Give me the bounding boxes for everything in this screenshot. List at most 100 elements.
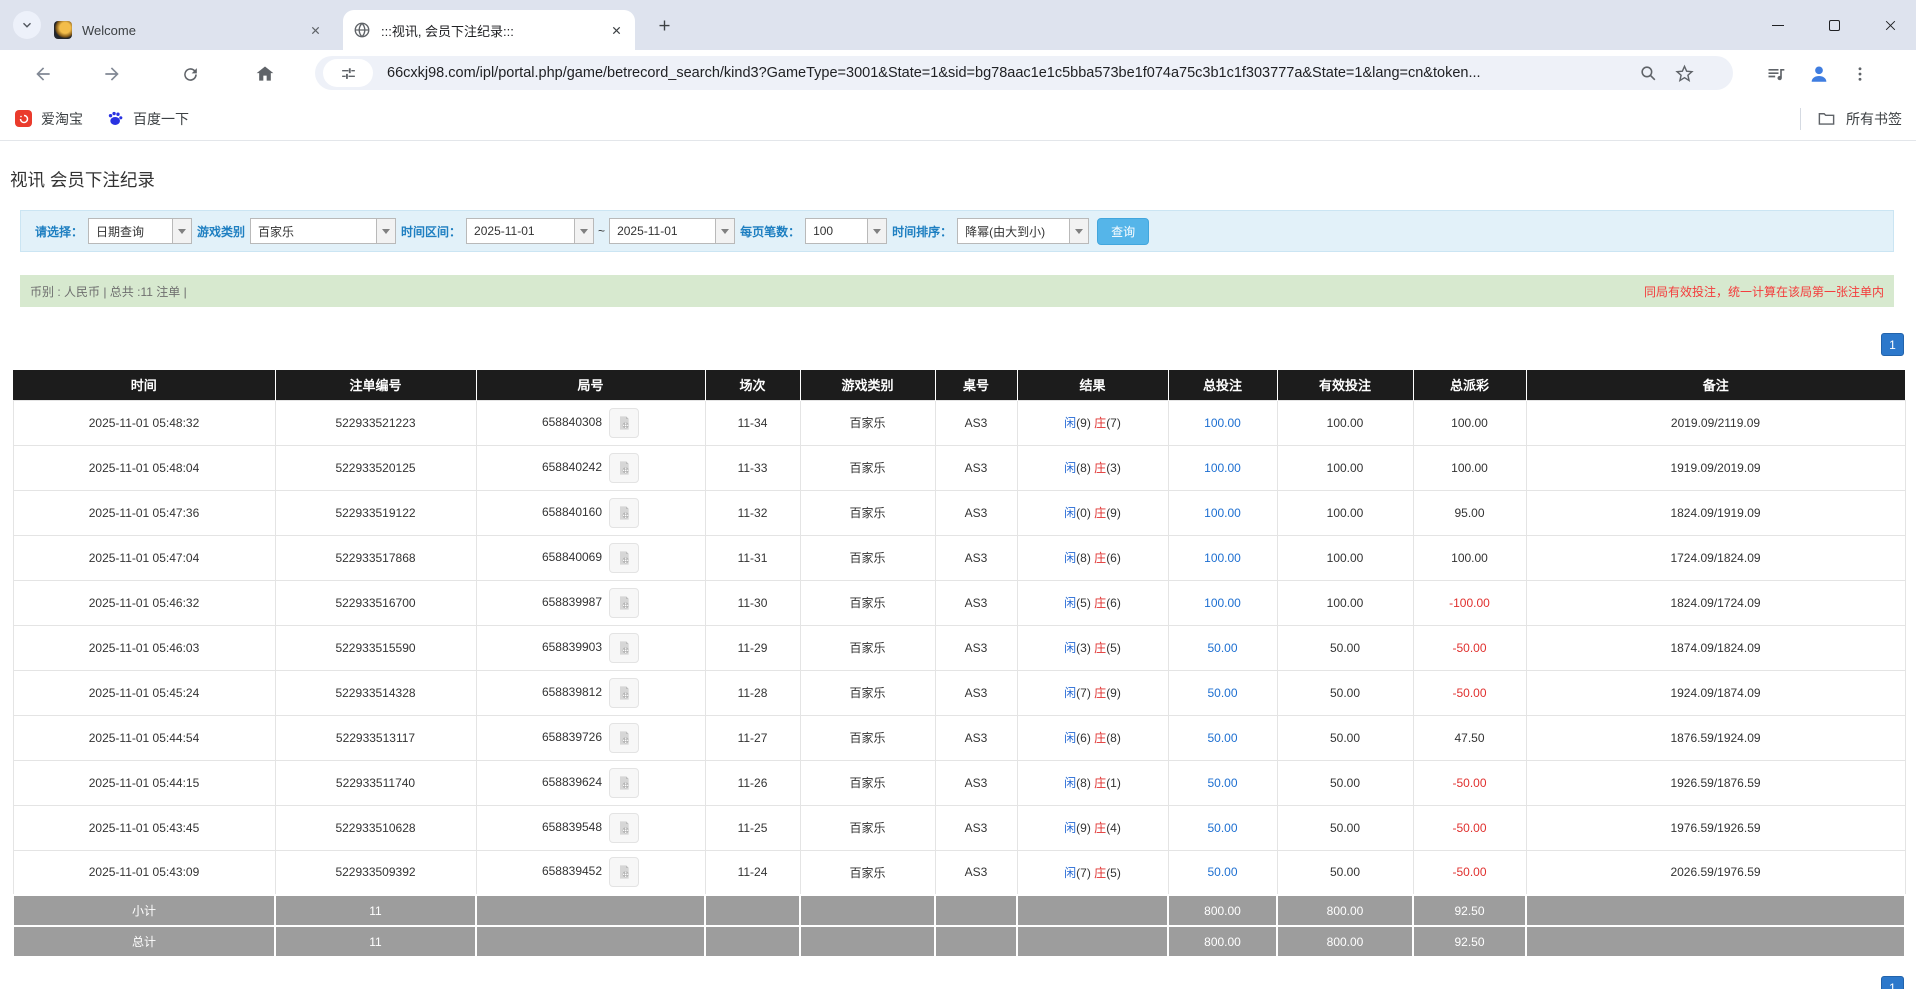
per-page-select[interactable]: 100 <box>805 218 887 244</box>
browser-menu-button[interactable] <box>1847 61 1873 87</box>
home-button[interactable] <box>252 61 278 87</box>
result-banker: 庄 <box>1094 776 1106 790</box>
replay-video-button[interactable] <box>609 543 639 573</box>
cell-game-type: 百家乐 <box>800 715 935 760</box>
replay-video-button[interactable] <box>609 408 639 438</box>
total-bet-link[interactable]: 50.00 <box>1207 686 1237 700</box>
cell-round: 658839987 <box>476 580 705 625</box>
tab-close-icon[interactable] <box>306 21 324 39</box>
col-game-type: 游戏类别 <box>800 370 935 400</box>
total-bet-link[interactable]: 50.00 <box>1207 776 1237 790</box>
replay-video-button[interactable] <box>609 453 639 483</box>
tab-betrecord[interactable]: :::视讯, 会员下注纪录::: <box>343 10 635 50</box>
browser-tab-strip: Welcome :::视讯, 会员下注纪录::: <box>0 0 1916 50</box>
site-info-chip[interactable] <box>323 59 373 87</box>
table-row: 2025-11-01 05:48:04 522933520125 6588402… <box>13 445 1905 490</box>
total-bet-link[interactable]: 50.00 <box>1207 731 1237 745</box>
date-to-value: 2025-11-01 <box>610 219 715 243</box>
chevron-down-icon[interactable] <box>172 219 191 243</box>
bookmark-star-button[interactable] <box>1671 60 1697 86</box>
replay-video-button[interactable] <box>609 498 639 528</box>
cell-valid-bet: 100.00 <box>1277 400 1413 445</box>
cell-table: AS3 <box>935 580 1017 625</box>
replay-video-button[interactable] <box>609 633 639 663</box>
result-banker: 庄 <box>1094 506 1106 520</box>
summary-currency-count: 币别 : 人民币 | 总共 :11 注单 | <box>30 283 187 300</box>
date-to-select[interactable]: 2025-11-01 <box>609 218 735 244</box>
cell-valid-bet: 50.00 <box>1277 670 1413 715</box>
total-bet-link[interactable]: 100.00 <box>1204 461 1241 475</box>
result-player-score: (5) <box>1076 596 1091 610</box>
result-player-score: (8) <box>1076 776 1091 790</box>
total-bet-link[interactable]: 100.00 <box>1204 596 1241 610</box>
pagination-page-1-top[interactable]: 1 <box>1881 333 1904 356</box>
cell-note: 1976.59/1926.59 <box>1526 805 1905 850</box>
bookmark-baidu[interactable]: 百度一下 <box>98 105 198 133</box>
chevron-down-icon[interactable] <box>1069 219 1088 243</box>
cell-result: 闲(8) 庄(3) <box>1017 445 1168 490</box>
replay-video-button[interactable] <box>609 768 639 798</box>
cell-round: 658839726 <box>476 715 705 760</box>
replay-video-button[interactable] <box>609 723 639 753</box>
cell-note: 1876.59/1924.09 <box>1526 715 1905 760</box>
pagination-page-1-bottom[interactable]: 1 <box>1881 976 1904 989</box>
game-type-label: 游戏类别 <box>197 223 245 240</box>
chevron-down-icon[interactable] <box>376 219 395 243</box>
window-maximize-button[interactable] <box>1811 0 1857 50</box>
total-bet-link[interactable]: 100.00 <box>1204 506 1241 520</box>
profile-avatar[interactable] <box>1806 61 1832 87</box>
subtotal-label: 小计 <box>13 895 275 926</box>
chevron-down-icon[interactable] <box>867 219 886 243</box>
replay-video-button[interactable] <box>609 813 639 843</box>
result-player: 闲 <box>1064 641 1076 655</box>
cell-round: 658840308 <box>476 400 705 445</box>
replay-video-button[interactable] <box>609 588 639 618</box>
query-type-select[interactable]: 日期查询 <box>88 218 192 244</box>
chevron-down-icon[interactable] <box>574 219 593 243</box>
round-number: 658839812 <box>542 685 602 699</box>
forward-button[interactable] <box>99 61 125 87</box>
reload-button[interactable] <box>177 61 203 87</box>
total-bet-link[interactable]: 50.00 <box>1207 865 1237 879</box>
folder-icon <box>1817 109 1836 128</box>
result-banker: 庄 <box>1094 416 1106 430</box>
date-from-select[interactable]: 2025-11-01 <box>466 218 594 244</box>
table-row: 2025-11-01 05:46:03 522933515590 6588399… <box>13 625 1905 670</box>
result-player: 闲 <box>1064 596 1076 610</box>
sort-select[interactable]: 降幂(由大到小) <box>957 218 1089 244</box>
replay-video-button[interactable] <box>609 678 639 708</box>
film-icon <box>616 550 632 566</box>
tab-welcome[interactable]: Welcome <box>44 10 334 50</box>
result-player-score: (8) <box>1076 551 1091 565</box>
tilde-separator: ~ <box>598 224 605 238</box>
all-bookmarks-label: 所有书签 <box>1846 109 1902 129</box>
window-close-button[interactable] <box>1867 0 1913 50</box>
globe-favicon <box>353 21 371 39</box>
total-bet-link[interactable]: 50.00 <box>1207 641 1237 655</box>
search-button[interactable]: 查询 <box>1097 218 1149 245</box>
media-controls-button[interactable] <box>1763 61 1789 87</box>
total-bet-link[interactable]: 100.00 <box>1204 551 1241 565</box>
chevron-down-icon[interactable] <box>715 219 734 243</box>
cell-payout: -50.00 <box>1413 850 1526 895</box>
result-banker: 庄 <box>1094 551 1106 565</box>
back-button[interactable] <box>30 61 56 87</box>
cell-payout: -100.00 <box>1413 580 1526 625</box>
total-bet-link[interactable]: 100.00 <box>1204 416 1241 430</box>
tab-search-button[interactable] <box>13 11 41 39</box>
tab-close-icon[interactable] <box>607 21 625 39</box>
bookmark-taobao[interactable]: 爱淘宝 <box>6 105 92 133</box>
address-bar[interactable]: 66cxkj98.com/ipl/portal.php/game/betreco… <box>315 56 1733 90</box>
cell-round: 658840160 <box>476 490 705 535</box>
zoom-page-button[interactable] <box>1635 60 1661 86</box>
all-bookmarks-button[interactable]: 所有书签 <box>1800 108 1916 130</box>
total-bet-link[interactable]: 50.00 <box>1207 821 1237 835</box>
replay-video-button[interactable] <box>609 857 639 887</box>
baidu-icon <box>107 110 124 127</box>
game-type-select[interactable]: 百家乐 <box>250 218 396 244</box>
window-minimize-button[interactable] <box>1755 0 1801 50</box>
new-tab-button[interactable] <box>650 11 678 39</box>
cell-total-bet: 100.00 <box>1168 400 1277 445</box>
result-player: 闲 <box>1064 866 1076 880</box>
table-row: 2025-11-01 05:48:32 522933521223 6588403… <box>13 400 1905 445</box>
